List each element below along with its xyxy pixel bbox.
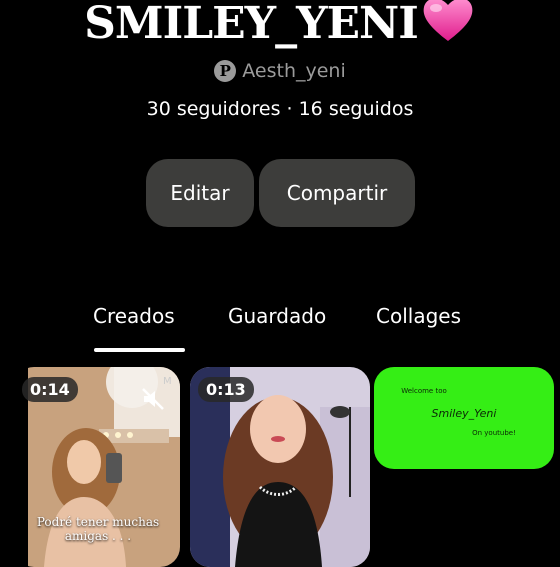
pin-text-line: On youtube! xyxy=(472,429,516,437)
follower-stats[interactable]: 30 seguidores · 16 seguidos xyxy=(0,98,560,120)
heart-icon xyxy=(423,0,473,41)
share-profile-button[interactable]: Compartir xyxy=(259,159,415,227)
pin-card[interactable]: 0:14 Podré tener muchas amigas . . . xyxy=(14,367,180,567)
side-letter: M xyxy=(163,376,172,387)
profile-tabs: Creados Guardado Collages xyxy=(0,300,560,352)
pinterest-icon: P xyxy=(214,60,237,82)
username-text: Aesth_yeni xyxy=(242,60,346,82)
profile-name: SMILEY_YENI xyxy=(0,0,560,52)
active-tab-indicator xyxy=(94,348,185,352)
mute-icon[interactable] xyxy=(141,387,165,411)
tab-saved[interactable]: Guardado xyxy=(228,304,326,328)
pin-text-line: Smiley_Yeni xyxy=(431,407,497,420)
pin-card[interactable]: Welcome too Smiley_Yeni On youtube! xyxy=(374,367,554,469)
profile-name-text: SMILEY_YENI xyxy=(84,0,419,49)
pin-card[interactable]: 0:13 xyxy=(190,367,370,567)
video-duration-badge: 0:14 xyxy=(22,377,78,402)
pin-caption: Podré tener muchas amigas . . . xyxy=(36,515,160,543)
tab-created[interactable]: Creados xyxy=(93,304,175,328)
username-row[interactable]: P Aesth_yeni xyxy=(0,60,560,82)
edit-profile-button[interactable]: Editar xyxy=(146,159,254,227)
video-duration-badge: 0:13 xyxy=(198,377,254,402)
pin-text-line: Welcome too xyxy=(401,387,447,395)
tab-collages[interactable]: Collages xyxy=(376,304,461,328)
